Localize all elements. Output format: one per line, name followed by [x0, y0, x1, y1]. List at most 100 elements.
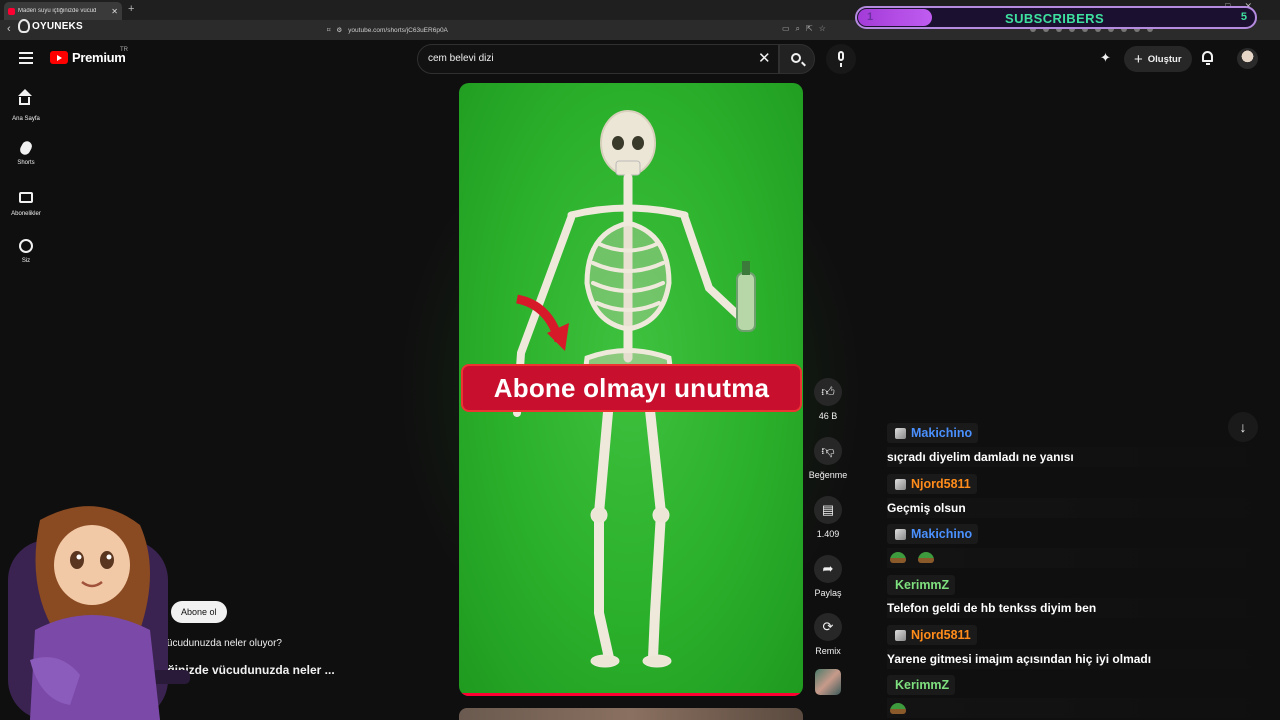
- video-progress-bar[interactable]: [459, 693, 803, 696]
- chat-message: KerimmZ: [887, 675, 1280, 718]
- sidebar-item-label: Shorts: [17, 160, 35, 166]
- create-label: Oluştur: [1147, 53, 1182, 65]
- back-arrow-icon[interactable]: ‹: [7, 23, 11, 35]
- remix-action[interactable]: ⟳ Remix: [808, 613, 848, 656]
- thumbs-down-icon[interactable]: 👎︎: [814, 437, 842, 465]
- subscriber-goal-bar: 1 SUBSCRIBERS 5: [855, 6, 1257, 29]
- comment-count: 1.409: [816, 529, 840, 539]
- url-action-icons[interactable]: ▭⌕⇱☆: [782, 24, 832, 34]
- site-info-icon[interactable]: ⚙: [336, 26, 342, 34]
- stream-logo-text: OYUNEKS: [32, 20, 83, 32]
- country-code: TR: [120, 47, 128, 53]
- streamer-avatar: [8, 506, 190, 720]
- subscribe-reminder-banner: Abone olmayı unutma: [461, 364, 802, 412]
- chat-message: KerimmZ Telefon geldi de hb tenkss diyim…: [887, 575, 1280, 618]
- remix-label: Remix: [815, 646, 841, 656]
- subscriber-current: 1: [867, 11, 874, 23]
- subscriber-label: SUBSCRIBERS: [1005, 11, 1105, 26]
- chat-username: KerimmZ: [887, 675, 956, 695]
- subscriptions-icon: [19, 192, 33, 203]
- stream-logo: OYUNEKS: [18, 19, 83, 33]
- username-text: Njord5811: [911, 628, 971, 642]
- url-field[interactable]: ⌑ ⚙ youtube.com/shorts/jC63uER6p0A: [327, 23, 847, 37]
- chat-username: Njord5811: [887, 474, 977, 494]
- url-text: youtube.com/shorts/jC63uER6p0A: [348, 26, 448, 34]
- chat-message: Njord5811 Yarene gitmesi imajım açısında…: [887, 625, 1280, 669]
- chat-badge-icon: [895, 478, 906, 490]
- chat-message: Njord5811 Geçmiş olsun: [887, 474, 1280, 518]
- username-text: KerimmZ: [895, 678, 950, 692]
- like-count: 46 B: [818, 411, 838, 421]
- notifications-bell-icon[interactable]: [1201, 51, 1214, 65]
- sidebar-item-label: Siz: [21, 258, 31, 264]
- sound-thumbnail[interactable]: [815, 669, 841, 695]
- subscriber-goal: 5: [1240, 11, 1247, 23]
- username-text: Makichino: [911, 527, 973, 541]
- thumbs-up-icon[interactable]: 👍︎: [814, 378, 842, 406]
- search-input[interactable]: [428, 53, 748, 64]
- hamburger-menu-icon[interactable]: [19, 52, 33, 64]
- chat-text: Geçmiş olsun: [887, 497, 1280, 518]
- user-avatar[interactable]: [1237, 48, 1258, 69]
- shorts-icon: [18, 139, 34, 157]
- bookmark-icon[interactable]: ⌑: [327, 26, 330, 34]
- create-button[interactable]: + Oluştur: [1124, 46, 1192, 72]
- search-icon: [791, 53, 801, 63]
- chat-username: KerimmZ: [887, 575, 956, 595]
- sidebar-item-shorts[interactable]: Shorts: [4, 139, 48, 166]
- chat-emotes: [887, 698, 1280, 718]
- youtube-play-icon: [50, 51, 68, 64]
- clear-search-icon[interactable]: ✕: [758, 49, 771, 67]
- new-tab-icon[interactable]: +: [128, 3, 134, 15]
- banner-text: Abone olmayı unutma: [493, 372, 770, 403]
- chat-text: sıçradı diyelim damladı ne yanısı: [887, 446, 1280, 467]
- frog-emote-icon: [890, 552, 906, 563]
- chat-text: Telefon geldi de hb tenkss diyim ben: [887, 598, 1280, 618]
- share-icon[interactable]: ➦: [814, 555, 842, 583]
- close-tab-icon[interactable]: ✕: [111, 7, 118, 16]
- chat-username: Makichino: [887, 524, 979, 544]
- chat-badge-icon: [895, 629, 906, 641]
- sidebar-item-you[interactable]: Siz: [4, 239, 48, 264]
- username-text: Njord5811: [911, 477, 971, 491]
- home-icon: [18, 89, 32, 105]
- next-short-preview[interactable]: [459, 708, 803, 720]
- chat-emotes: [887, 547, 1280, 568]
- sidebar-item-subscriptions[interactable]: Abonelikler: [4, 190, 48, 217]
- chat-text: Yarene gitmesi imajım açısından hiç iyi …: [887, 648, 1280, 669]
- chat-message: Makichino sıçradı diyelim damladı ne yan…: [887, 423, 1280, 467]
- dislike-action[interactable]: 👎︎ Beğenme: [808, 437, 848, 480]
- browser-tab[interactable]: Maden suyu içtiğinizde vücud ✕: [4, 2, 122, 20]
- microphone-icon: [838, 51, 844, 61]
- comment-icon[interactable]: ▤: [814, 496, 842, 524]
- chat-username: Makichino: [887, 423, 979, 443]
- share-action[interactable]: ➦ Paylaş: [808, 555, 848, 598]
- youtube-favicon-icon: [8, 7, 15, 15]
- chat-message: Makichino: [887, 524, 1280, 568]
- chat-badge-icon: [895, 427, 906, 439]
- logo-word: Premium: [72, 50, 126, 65]
- browser-tab-title: Maden suyu içtiğinizde vücud: [18, 8, 97, 14]
- dislike-label: Beğenme: [808, 470, 848, 480]
- sidebar-item-home[interactable]: Ana Sayfa: [4, 89, 48, 122]
- username-text: Makichino: [911, 426, 973, 440]
- search-button[interactable]: [779, 44, 815, 74]
- you-icon: [19, 239, 33, 253]
- logo-mark-icon: [18, 19, 30, 33]
- gemini-sparkle-icon[interactable]: ✦: [1100, 50, 1111, 76]
- frog-emote-icon: [890, 702, 906, 714]
- plus-icon: +: [1134, 50, 1143, 68]
- sidebar-item-label: Abonelikler: [11, 211, 41, 217]
- voice-search-button[interactable]: [826, 44, 856, 74]
- chat-badge-icon: [895, 528, 906, 540]
- search-box[interactable]: [417, 44, 779, 74]
- username-text: KerimmZ: [895, 578, 950, 592]
- sidebar-item-label: Ana Sayfa: [12, 116, 40, 122]
- comments-action[interactable]: ▤ 1.409: [808, 496, 848, 539]
- chat-username: Njord5811: [887, 625, 977, 645]
- share-label: Paylaş: [814, 588, 842, 598]
- like-action[interactable]: 👍︎ 46 B: [808, 378, 848, 421]
- frog-emote-icon: [918, 552, 934, 563]
- youtube-premium-logo[interactable]: Premium TR: [50, 47, 128, 65]
- remix-icon[interactable]: ⟳: [814, 613, 842, 641]
